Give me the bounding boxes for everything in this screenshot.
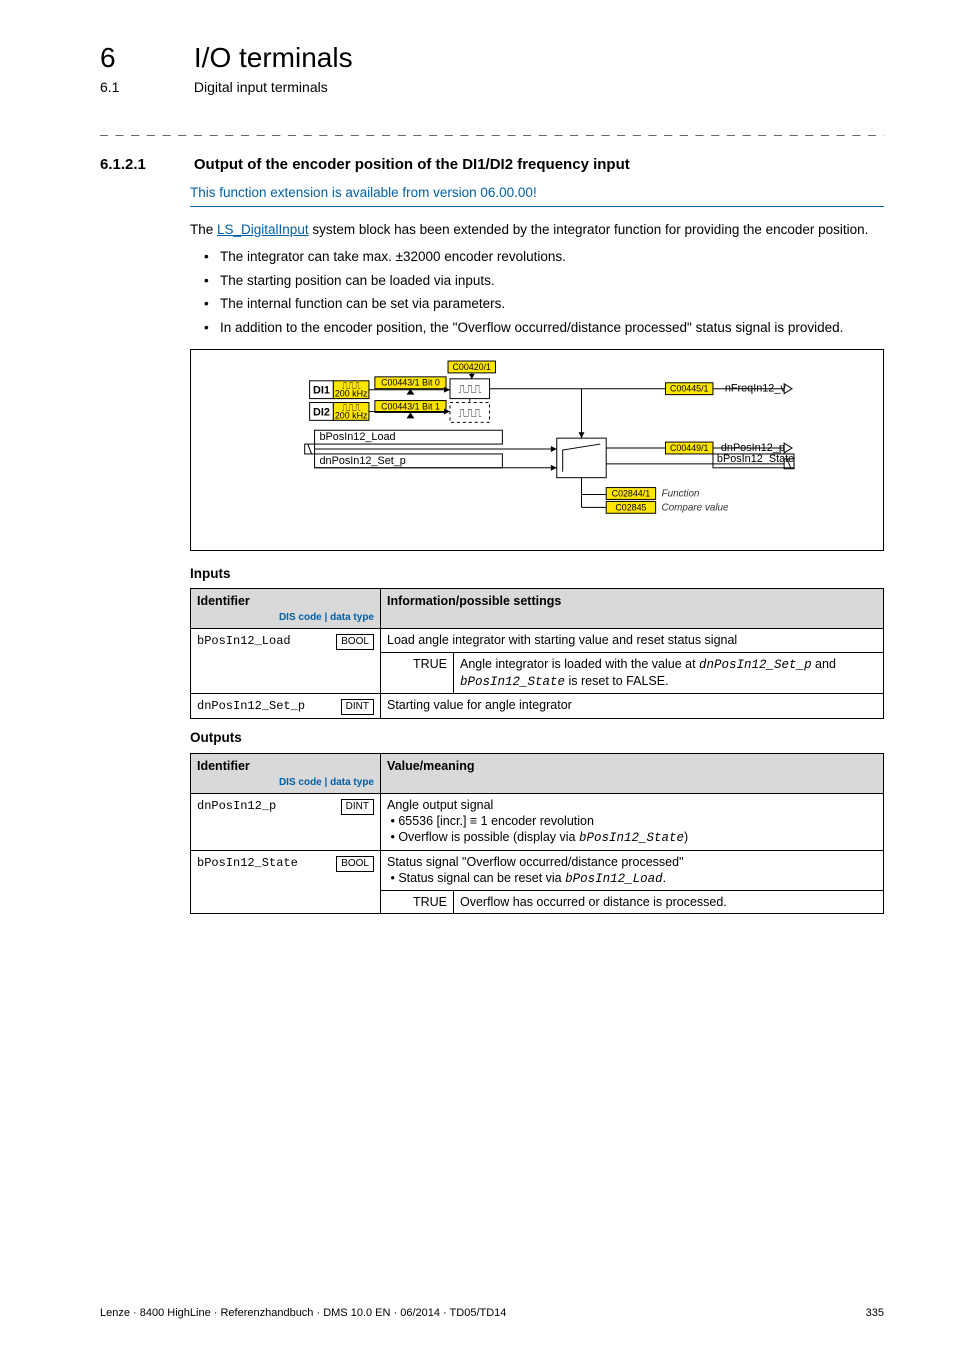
output-subrow: TRUE Overflow has occurred or distance i…: [381, 891, 884, 914]
intro-pre: The: [190, 222, 217, 237]
subheading: 6.1.2.1 Output of the encoder position o…: [100, 155, 884, 175]
inputs-col-dhint: DIS code | data type: [197, 611, 374, 624]
output-desc: Angle output signal • 65536 [incr.] ≡ 1 …: [381, 793, 884, 850]
c00445-label: C00445/1: [670, 383, 709, 393]
bposin12load-label: bPosIn12_Load: [320, 431, 396, 443]
ls-digitalinput-link[interactable]: LS_DigitalInput: [217, 222, 309, 237]
c02844-label: C02844/1: [612, 488, 651, 498]
c00449-label: C00449/1: [670, 443, 709, 453]
function-label: Function: [662, 488, 700, 499]
svg-text:⎍⎍⎍: ⎍⎍⎍: [458, 383, 481, 395]
inputs-heading: Inputs: [190, 565, 884, 583]
outputs-table: Identifier DIS code | data type Value/me…: [190, 753, 884, 915]
input-desc: Load angle integrator with starting valu…: [381, 629, 884, 652]
page-footer: Lenze · 8400 HighLine · Referenzhandbuch…: [100, 1306, 884, 1320]
input-subrow: TRUE Angle integrator is loaded with the…: [381, 652, 884, 694]
separator-dashes: _ _ _ _ _ _ _ _ _ _ _ _ _ _ _ _ _ _ _ _ …: [100, 119, 884, 137]
outputs-col-identifier: Identifier DIS code | data type: [191, 753, 381, 793]
inputs-table: Identifier DIS code | data type Informat…: [190, 588, 884, 719]
output-identifier-cell: dnPosIn12_p DINT: [191, 793, 381, 850]
input-name: dnPosIn12_Set_p: [197, 699, 305, 713]
footer-page-number: 335: [866, 1306, 884, 1320]
block-diagram: DI1 ⎍⎍⎍ 200 kHz DI2 ⎍⎍⎍ 200 kHz C00443/1…: [190, 349, 884, 551]
page-header: 6 I/O terminals 6.1 Digital input termin…: [100, 40, 884, 97]
outputs-heading: Outputs: [190, 729, 884, 747]
subsection-number: 6.1: [100, 78, 190, 96]
subheading-title: Output of the encoder position of the DI…: [194, 156, 630, 173]
nfreqin-label: nFreqIn12_v: [725, 382, 787, 394]
di2-label: DI2: [313, 406, 330, 418]
svg-text:⎍⎍⎍: ⎍⎍⎍: [458, 407, 481, 419]
section-number: 6: [100, 40, 190, 76]
input-desc: Starting value for angle integrator: [381, 694, 884, 719]
di1-hz: 200 kHz: [335, 388, 368, 398]
bullet-item: The integrator can take max. ±32000 enco…: [208, 248, 884, 266]
bposin12state-out: bPosIn12_State: [717, 452, 794, 464]
inputs-col-info: Information/possible settings: [381, 589, 884, 629]
output-identifier-cell: bPosIn12_State BOOL: [191, 850, 381, 914]
input-identifier-cell: bPosIn12_Load BOOL: [191, 629, 381, 694]
output-name: bPosIn12_State: [197, 856, 298, 870]
output-key: TRUE: [381, 891, 454, 913]
output-keydesc: Overflow has occurred or distance is pro…: [454, 891, 884, 913]
input-keydesc: Angle integrator is loaded with the valu…: [454, 653, 884, 694]
input-dtype: DINT: [341, 699, 374, 715]
dnposin12setp-label: dnPosIn12_Set_p: [320, 454, 406, 466]
di1-label: DI1: [313, 384, 330, 396]
output-dtype: DINT: [341, 799, 374, 815]
bullet-item: In addition to the encoder position, the…: [208, 319, 884, 337]
input-dtype: BOOL: [336, 634, 374, 650]
c02845-label: C02845: [615, 502, 646, 512]
c00420-label: C00420/1: [453, 361, 492, 371]
compare-label: Compare value: [662, 502, 729, 513]
output-desc: Status signal "Overflow occurred/distanc…: [381, 850, 884, 891]
output-dtype: BOOL: [336, 856, 374, 872]
outputs-col-info: Value/meaning: [381, 753, 884, 793]
blue-divider: [190, 206, 884, 207]
subsection-title: Digital input terminals: [194, 79, 328, 95]
outputs-col-dhint: DIS code | data type: [197, 776, 374, 789]
subheading-number: 6.1.2.1: [100, 155, 190, 175]
di2-hz: 200 kHz: [335, 410, 368, 420]
intro-paragraph: The LS_DigitalInput system block has bee…: [190, 221, 884, 337]
c00443-bit0: C00443/1 Bit 0: [381, 377, 440, 387]
version-note: This function extension is available fro…: [190, 184, 884, 202]
bullet-item: The internal function can be set via par…: [208, 295, 884, 313]
bullet-item: The starting position can be loaded via …: [208, 272, 884, 290]
input-name: bPosIn12_Load: [197, 634, 291, 648]
c00443-bit1: C00443/1 Bit 1: [381, 401, 440, 411]
footer-left: Lenze · 8400 HighLine · Referenzhandbuch…: [100, 1306, 506, 1320]
intro-post: system block has been extended by the in…: [309, 222, 869, 237]
inputs-col-identifier: Identifier DIS code | data type: [191, 589, 381, 629]
section-title: I/O terminals: [194, 42, 353, 73]
output-name: dnPosIn12_p: [197, 799, 276, 813]
input-identifier-cell: dnPosIn12_Set_p DINT: [191, 694, 381, 719]
input-key: TRUE: [381, 653, 454, 694]
feature-bullet-list: The integrator can take max. ±32000 enco…: [190, 248, 884, 336]
